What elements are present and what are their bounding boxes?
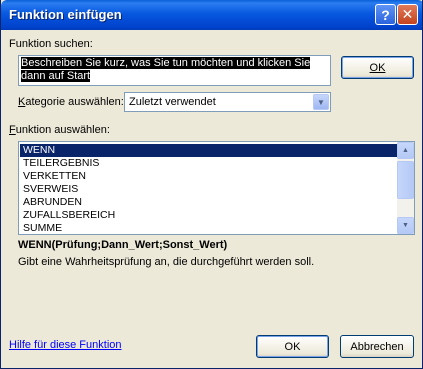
list-item[interactable]: ABRUNDEN: [20, 196, 397, 209]
vertical-scrollbar[interactable]: ▲ ▼: [397, 142, 414, 234]
list-item[interactable]: SUMME: [20, 222, 397, 234]
search-go-label: OK: [369, 61, 386, 74]
function-signature: WENN(Prüfung;Dann_Wert;Sonst_Wert): [18, 239, 228, 251]
function-description: Gibt eine Wahrheitsprüfung an, die durch…: [18, 256, 315, 268]
function-label-mnemonic: F: [9, 124, 16, 136]
insert-function-dialog: Funktion einfügen ? ✕ Funktion suchen: B…: [0, 0, 423, 369]
scroll-down-icon[interactable]: ▼: [397, 217, 414, 234]
search-label: Funktion suchen:: [9, 38, 93, 50]
ok-button[interactable]: OK: [256, 335, 329, 358]
search-input-text: Beschreiben Sie kurz, was Sie tun möchte…: [21, 57, 311, 82]
title-bar[interactable]: Funktion einfügen ? ✕: [1, 0, 422, 30]
category-label-rest: ategorie auswählen:: [25, 96, 124, 108]
category-label: Kategorie auswählen:: [18, 96, 124, 108]
function-label-rest: unktion auswählen:: [15, 124, 110, 136]
cancel-button[interactable]: Abbrechen: [340, 335, 414, 358]
scroll-up-icon[interactable]: ▲: [397, 142, 414, 159]
help-link[interactable]: Hilfe für diese Funktion: [9, 339, 122, 351]
list-item[interactable]: ZUFALLSBEREICH: [20, 209, 397, 222]
chevron-down-icon[interactable]: ▼: [313, 94, 329, 110]
search-input[interactable]: Beschreiben Sie kurz, was Sie tun möchte…: [18, 55, 331, 86]
list-item[interactable]: TEILERGEBNIS: [20, 157, 397, 170]
category-select[interactable]: Zuletzt verwendet ▼: [124, 92, 331, 112]
scrollbar-thumb[interactable]: [397, 161, 414, 199]
help-icon[interactable]: ?: [375, 4, 396, 25]
function-listbox[interactable]: WENN TEILERGEBNIS VERKETTEN SVERWEIS ABR…: [18, 141, 415, 235]
close-icon[interactable]: ✕: [397, 4, 418, 25]
list-item[interactable]: SVERWEIS: [20, 183, 397, 196]
dialog-title: Funktion einfügen: [9, 7, 122, 22]
function-list-label: Funktion auswählen:: [9, 124, 110, 136]
search-go-button[interactable]: OK: [341, 56, 414, 79]
list-item[interactable]: VERKETTEN: [20, 170, 397, 183]
list-item[interactable]: WENN: [20, 144, 397, 157]
category-select-value: Zuletzt verwendet: [129, 96, 216, 108]
